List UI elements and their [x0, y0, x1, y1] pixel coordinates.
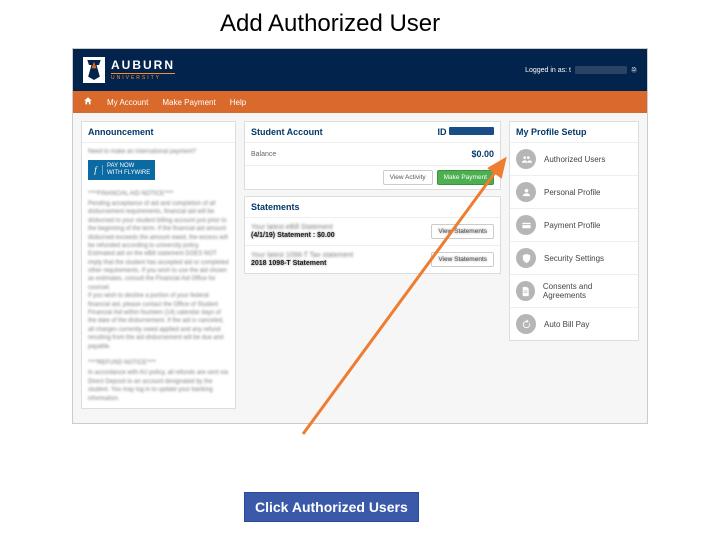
doc-icon — [516, 281, 535, 301]
middle-column: Student Account ID Balance $0.00 View Ac… — [244, 121, 501, 415]
app-frame: AUBURN UNIVERSITY Logged in as: t ⎋ My A… — [72, 48, 648, 424]
statement-line2: 2018 1098-T Statement — [251, 260, 353, 267]
card-icon — [516, 215, 536, 235]
announcement-title: Announcement — [82, 122, 235, 143]
profile-item-label: Authorized Users — [544, 155, 605, 164]
statement-line2: (4/1/19) Statement : $0.00 — [251, 232, 335, 239]
student-account-title: Student Account — [251, 127, 323, 137]
brand-subtitle: UNIVERSITY — [111, 73, 175, 81]
announcement-intro: Need to make an international payment? — [88, 148, 229, 156]
student-id: ID — [437, 127, 494, 137]
brand-logo-icon — [83, 57, 105, 83]
logout-icon[interactable]: ⎋ — [631, 67, 637, 73]
make-payment-button[interactable]: Make Payment — [437, 170, 494, 185]
financial-aid-body: Pending acceptance of aid and completion… — [88, 200, 229, 351]
statement-row: Your latest 1098-T Tax statement 2018 10… — [245, 246, 500, 273]
home-icon[interactable] — [83, 96, 93, 108]
users-icon — [516, 149, 536, 169]
shield-icon — [516, 248, 536, 268]
student-account-panel: Student Account ID Balance $0.00 View Ac… — [244, 121, 501, 190]
statement-line1: Your latest 1098-T Tax statement — [251, 252, 353, 259]
login-info: Logged in as: t ⎋ — [525, 66, 637, 74]
nav-help[interactable]: Help — [230, 98, 246, 107]
refresh-icon — [516, 314, 536, 334]
slide-title: Add Authorized User — [0, 0, 720, 48]
top-bar: AUBURN UNIVERSITY Logged in as: t ⎋ — [73, 49, 647, 91]
profile-item-label: Payment Profile — [544, 221, 600, 230]
financial-aid-head: ****FINANCIAL AID NOTICE**** — [88, 190, 229, 198]
nav-bar: My Account Make Payment Help — [73, 91, 647, 113]
profile-autobill[interactable]: Auto Bill Pay — [510, 308, 638, 340]
profile-item-label: Personal Profile — [544, 188, 600, 197]
flywire-label: PAY NOW WITH FLYWIRE — [107, 163, 150, 176]
flywire-icon: f — [93, 165, 103, 175]
content-area: Announcement Need to make an internation… — [73, 113, 647, 423]
profile-consents[interactable]: Consents and Agreements — [510, 275, 638, 308]
profile-item-label: Security Settings — [544, 254, 604, 263]
profile-title: My Profile Setup — [510, 122, 638, 143]
username-redacted — [575, 66, 627, 74]
refund-body: In accordance with AU policy, all refund… — [88, 369, 229, 403]
brand-name: AUBURN — [111, 59, 175, 71]
balance-label: Balance — [251, 151, 276, 158]
view-statements-button[interactable]: View Statements — [431, 252, 494, 267]
statements-title: Statements — [245, 197, 500, 218]
profile-personal[interactable]: Personal Profile — [510, 176, 638, 209]
refund-head: ****REFUND NOTICE**** — [88, 359, 229, 367]
profile-item-label: Auto Bill Pay — [544, 320, 589, 329]
statements-panel: Statements Your latest eBill Statement (… — [244, 196, 501, 274]
view-activity-button[interactable]: View Activity — [383, 170, 433, 185]
profile-security[interactable]: Security Settings — [510, 242, 638, 275]
callout-box: Click Authorized Users — [244, 492, 419, 522]
nav-make-payment[interactable]: Make Payment — [162, 98, 215, 107]
profile-panel: My Profile Setup Authorized Users Person… — [509, 121, 639, 341]
announcement-panel: Announcement Need to make an internation… — [81, 121, 236, 409]
profile-authorized-users[interactable]: Authorized Users — [510, 143, 638, 176]
profile-item-label: Consents and Agreements — [543, 282, 632, 300]
profile-payment[interactable]: Payment Profile — [510, 209, 638, 242]
statement-line1: Your latest eBill Statement — [251, 224, 333, 231]
brand[interactable]: AUBURN UNIVERSITY — [83, 57, 175, 83]
view-statements-button[interactable]: View Statements — [431, 224, 494, 239]
logged-in-label: Logged in as: t — [525, 67, 571, 74]
balance-value: $0.00 — [471, 149, 494, 159]
flywire-button[interactable]: f PAY NOW WITH FLYWIRE — [88, 160, 155, 179]
id-redacted — [449, 127, 494, 135]
person-icon — [516, 182, 536, 202]
nav-my-account[interactable]: My Account — [107, 98, 148, 107]
statement-row: Your latest eBill Statement (4/1/19) Sta… — [245, 218, 500, 246]
left-column: Announcement Need to make an internation… — [81, 121, 236, 415]
right-column: My Profile Setup Authorized Users Person… — [509, 121, 639, 415]
